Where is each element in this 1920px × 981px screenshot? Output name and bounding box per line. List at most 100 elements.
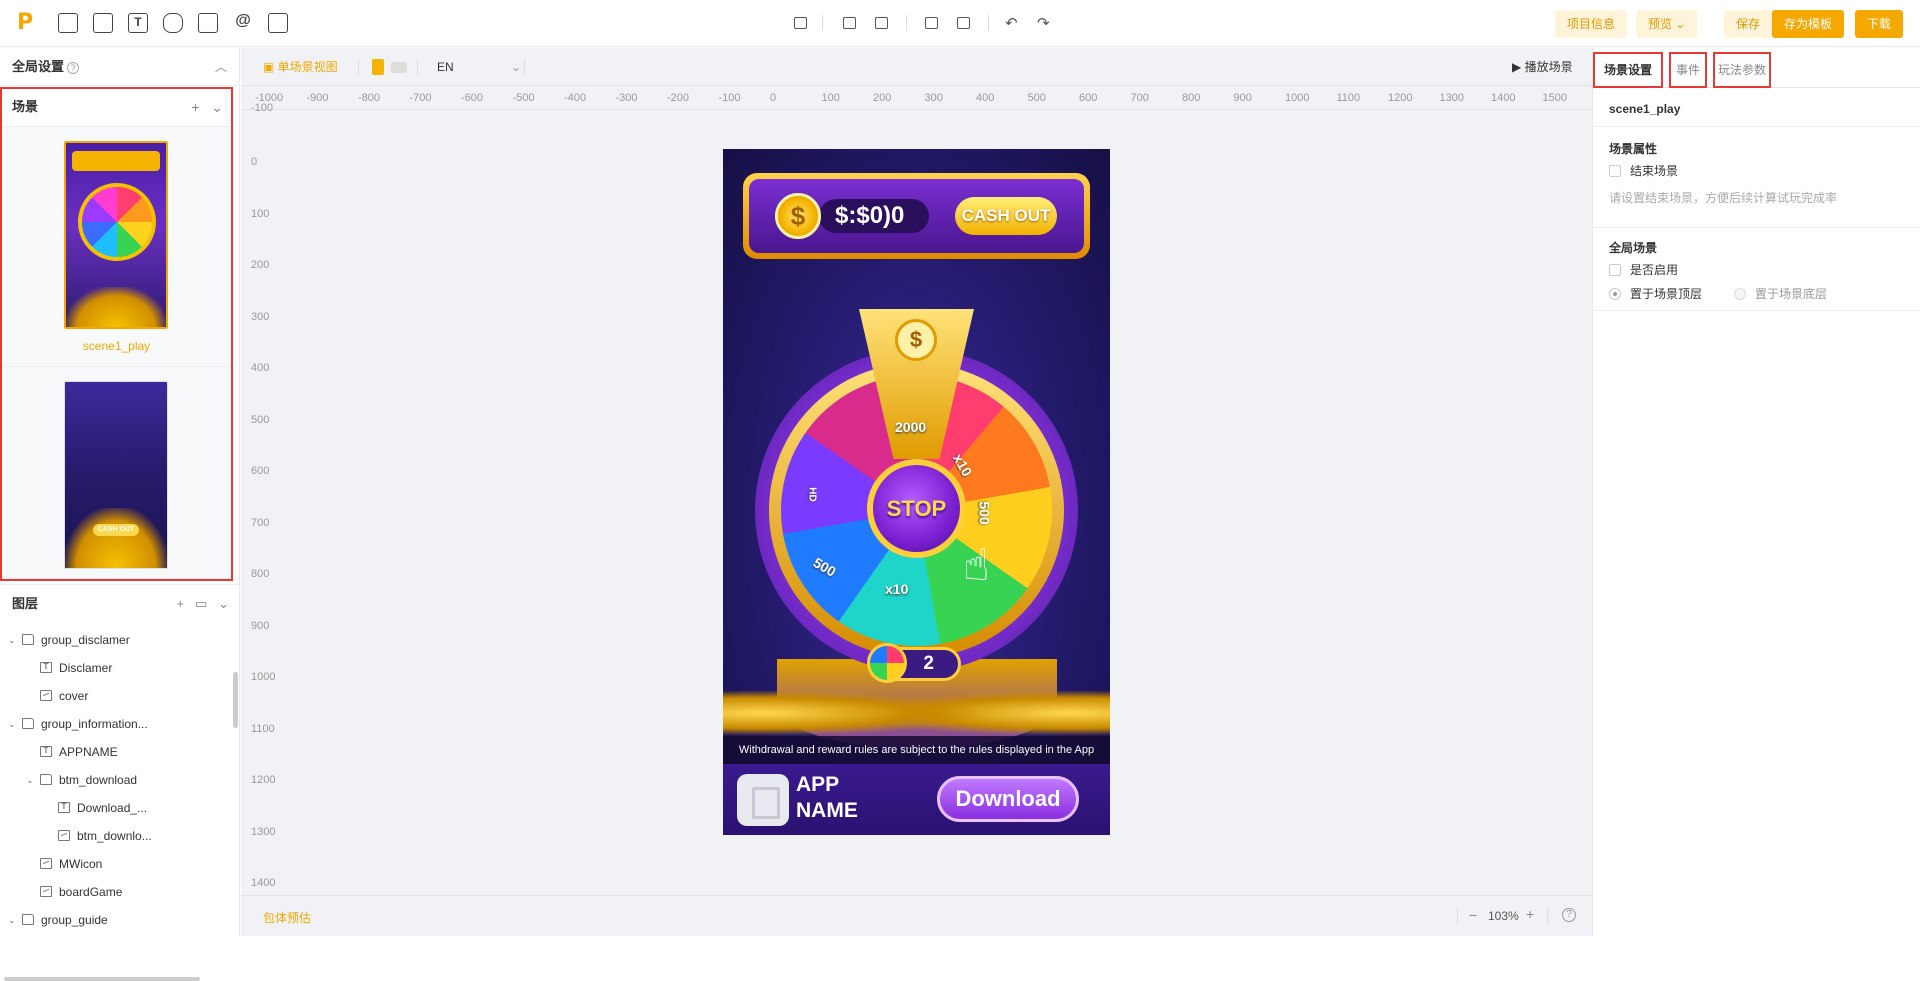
save-template-button[interactable]: 存为模板 [1772, 10, 1845, 38]
layer-item[interactable]: T Download_... [0, 794, 236, 822]
scene-item[interactable]: CASH OUT [2, 367, 231, 579]
copy-icon[interactable] [925, 17, 938, 29]
property-tabs: 场景设置 事件 玩法参数 [1593, 48, 1920, 88]
ruler-tick-label: -100 [251, 102, 274, 114]
ruler-tick-label: -800 [358, 92, 381, 104]
checkbox-icon [1609, 264, 1621, 276]
view-mode-button[interactable]: ▣ 单场景视图 [263, 48, 338, 86]
zoom-level: 103% [1488, 909, 1519, 923]
end-scene-label: 结束场景 [1630, 164, 1679, 178]
expand-arrow-icon[interactable]: ⌄ [8, 626, 16, 654]
layer-item[interactable]: T APPNAME [0, 738, 236, 766]
grid-layout-icon[interactable] [268, 13, 288, 33]
download-cta-button[interactable]: Download [937, 776, 1079, 822]
expand-arrow-icon[interactable]: ⌄ [8, 710, 16, 738]
folder-icon [22, 634, 34, 645]
app-icon [737, 774, 789, 826]
ruler-tick-label: 1500 [1542, 92, 1567, 104]
thumb-coins [66, 287, 166, 327]
thumb-hud [72, 151, 160, 171]
enable-checkbox[interactable]: 是否启用 [1609, 262, 1678, 278]
language-select[interactable]: EN ⌄ [437, 48, 521, 86]
scene-item[interactable]: scene1_play [2, 127, 231, 367]
folder-icon[interactable] [843, 17, 856, 29]
scene-thumbnail: CASH OUT [64, 381, 168, 569]
layer-item[interactable]: ⌄ group_information... [0, 710, 236, 738]
undo-icon[interactable]: ↶ [1005, 14, 1018, 32]
zoom-in-button[interactable]: + [1526, 906, 1534, 922]
paint-icon[interactable] [957, 17, 970, 29]
add-layer-icon[interactable]: + [177, 596, 185, 611]
layer-item[interactable]: cover [0, 682, 236, 710]
global-scene-section: 全局场景 是否启用 置于场景顶层 置于场景底层 [1593, 229, 1920, 311]
scene-preview[interactable]: $:$0)0 $ CASH OUT $ 2000 x10 500 500 x10… [723, 149, 1110, 835]
layer-item[interactable]: ⌄ btm_download [0, 766, 236, 794]
inbox-icon[interactable] [58, 13, 78, 33]
preview-button[interactable]: 预览 ⌄ [1636, 10, 1698, 38]
bottom-layer-radio[interactable]: 置于场景底层 [1734, 286, 1827, 302]
tab-events[interactable]: 事件 [1669, 52, 1707, 88]
checkbox-icon [1609, 165, 1621, 177]
view-mode-label: 单场景视图 [277, 60, 338, 74]
layers-icon[interactable] [794, 17, 807, 29]
gesture-icon[interactable] [163, 13, 183, 33]
global-settings-header[interactable]: 全局设置? ︿ [0, 48, 239, 86]
folder-open-icon[interactable] [875, 17, 888, 29]
scene-actions: + ⌄ [191, 89, 223, 125]
expand-arrow-icon[interactable]: ⌄ [26, 766, 34, 794]
layer-label: cover [59, 689, 89, 703]
expand-arrow-icon[interactable]: ⌄ [8, 906, 16, 934]
at-icon[interactable]: @ [233, 13, 253, 33]
text-tool-icon[interactable]: T [128, 13, 148, 33]
radio-icon [1609, 288, 1621, 300]
download-button[interactable]: 下载 [1855, 10, 1904, 38]
cash-out-button[interactable]: CASH OUT [955, 197, 1057, 235]
thumb-coins [65, 508, 167, 568]
layer-item[interactable]: btm_downlo... [0, 822, 236, 850]
help-icon[interactable]: ? [1562, 908, 1576, 922]
layer-item[interactable]: T Disclamer [0, 654, 236, 682]
package-estimate-link[interactable]: 包体预估 [263, 909, 311, 926]
scene-thumbnail [64, 141, 168, 329]
chevron-down-icon: ⌄ [510, 60, 521, 74]
portrait-toggle[interactable] [372, 59, 384, 75]
layer-item[interactable]: ⌄ group_disclamer [0, 626, 236, 654]
zoom-out-button[interactable]: − [1469, 907, 1477, 923]
chevron-down-icon[interactable]: ⌄ [211, 99, 223, 115]
layer-item[interactable]: MWicon [0, 850, 236, 878]
preview-label: 预览 [1648, 17, 1673, 31]
top-toolbar: P T @ ↶ ↷ 项目信息 预览 ⌄ 保存 存为模板 下载 [0, 0, 1920, 47]
layout-icon[interactable] [93, 13, 113, 33]
tab-scene-settings[interactable]: 场景设置 [1593, 52, 1663, 88]
help-icon[interactable]: ? [67, 62, 80, 74]
layer-item[interactable]: boardGame [0, 878, 236, 906]
folder-add-icon[interactable]: ▭ [195, 596, 207, 611]
save-button[interactable]: 保存 [1724, 10, 1773, 38]
segment-label: 2000 [895, 419, 927, 435]
horizontal-scrollbar[interactable] [4, 977, 200, 981]
top-layer-radio[interactable]: 置于场景顶层 [1609, 286, 1702, 302]
tab-gameplay-params[interactable]: 玩法参数 [1713, 52, 1771, 88]
landscape-toggle[interactable] [391, 62, 407, 73]
ruler-tick-label: 700 [1130, 92, 1149, 104]
ruler-tick-label: -200 [667, 92, 690, 104]
segment-label: x10 [885, 581, 909, 597]
vertical-scrollbar[interactable] [233, 672, 238, 728]
end-scene-checkbox[interactable]: 结束场景 [1609, 163, 1678, 179]
ruler-tick-label: -900 [306, 92, 329, 104]
ruler-tick-label: -700 [409, 92, 432, 104]
app-name: APP NAME [796, 773, 858, 822]
scene-header: 场景 + ⌄ [2, 89, 231, 127]
stop-button[interactable]: STOP [867, 459, 966, 558]
divider [822, 15, 823, 31]
chevron-down-icon[interactable]: ⌄ [218, 596, 229, 611]
bottom-layer-label: 置于场景底层 [1755, 287, 1828, 301]
global-scene-title: 全局场景 [1609, 241, 1658, 255]
phone-upload-icon[interactable] [198, 13, 218, 33]
add-scene-icon[interactable]: + [191, 99, 199, 115]
collapse-icon[interactable]: ︿ [215, 48, 227, 86]
play-scene-button[interactable]: ▶ 播放场景 [1512, 48, 1573, 86]
layer-item[interactable]: ⌄ group_guide [0, 906, 236, 934]
project-info-button[interactable]: 项目信息 [1555, 10, 1628, 38]
redo-icon[interactable]: ↷ [1037, 14, 1050, 32]
